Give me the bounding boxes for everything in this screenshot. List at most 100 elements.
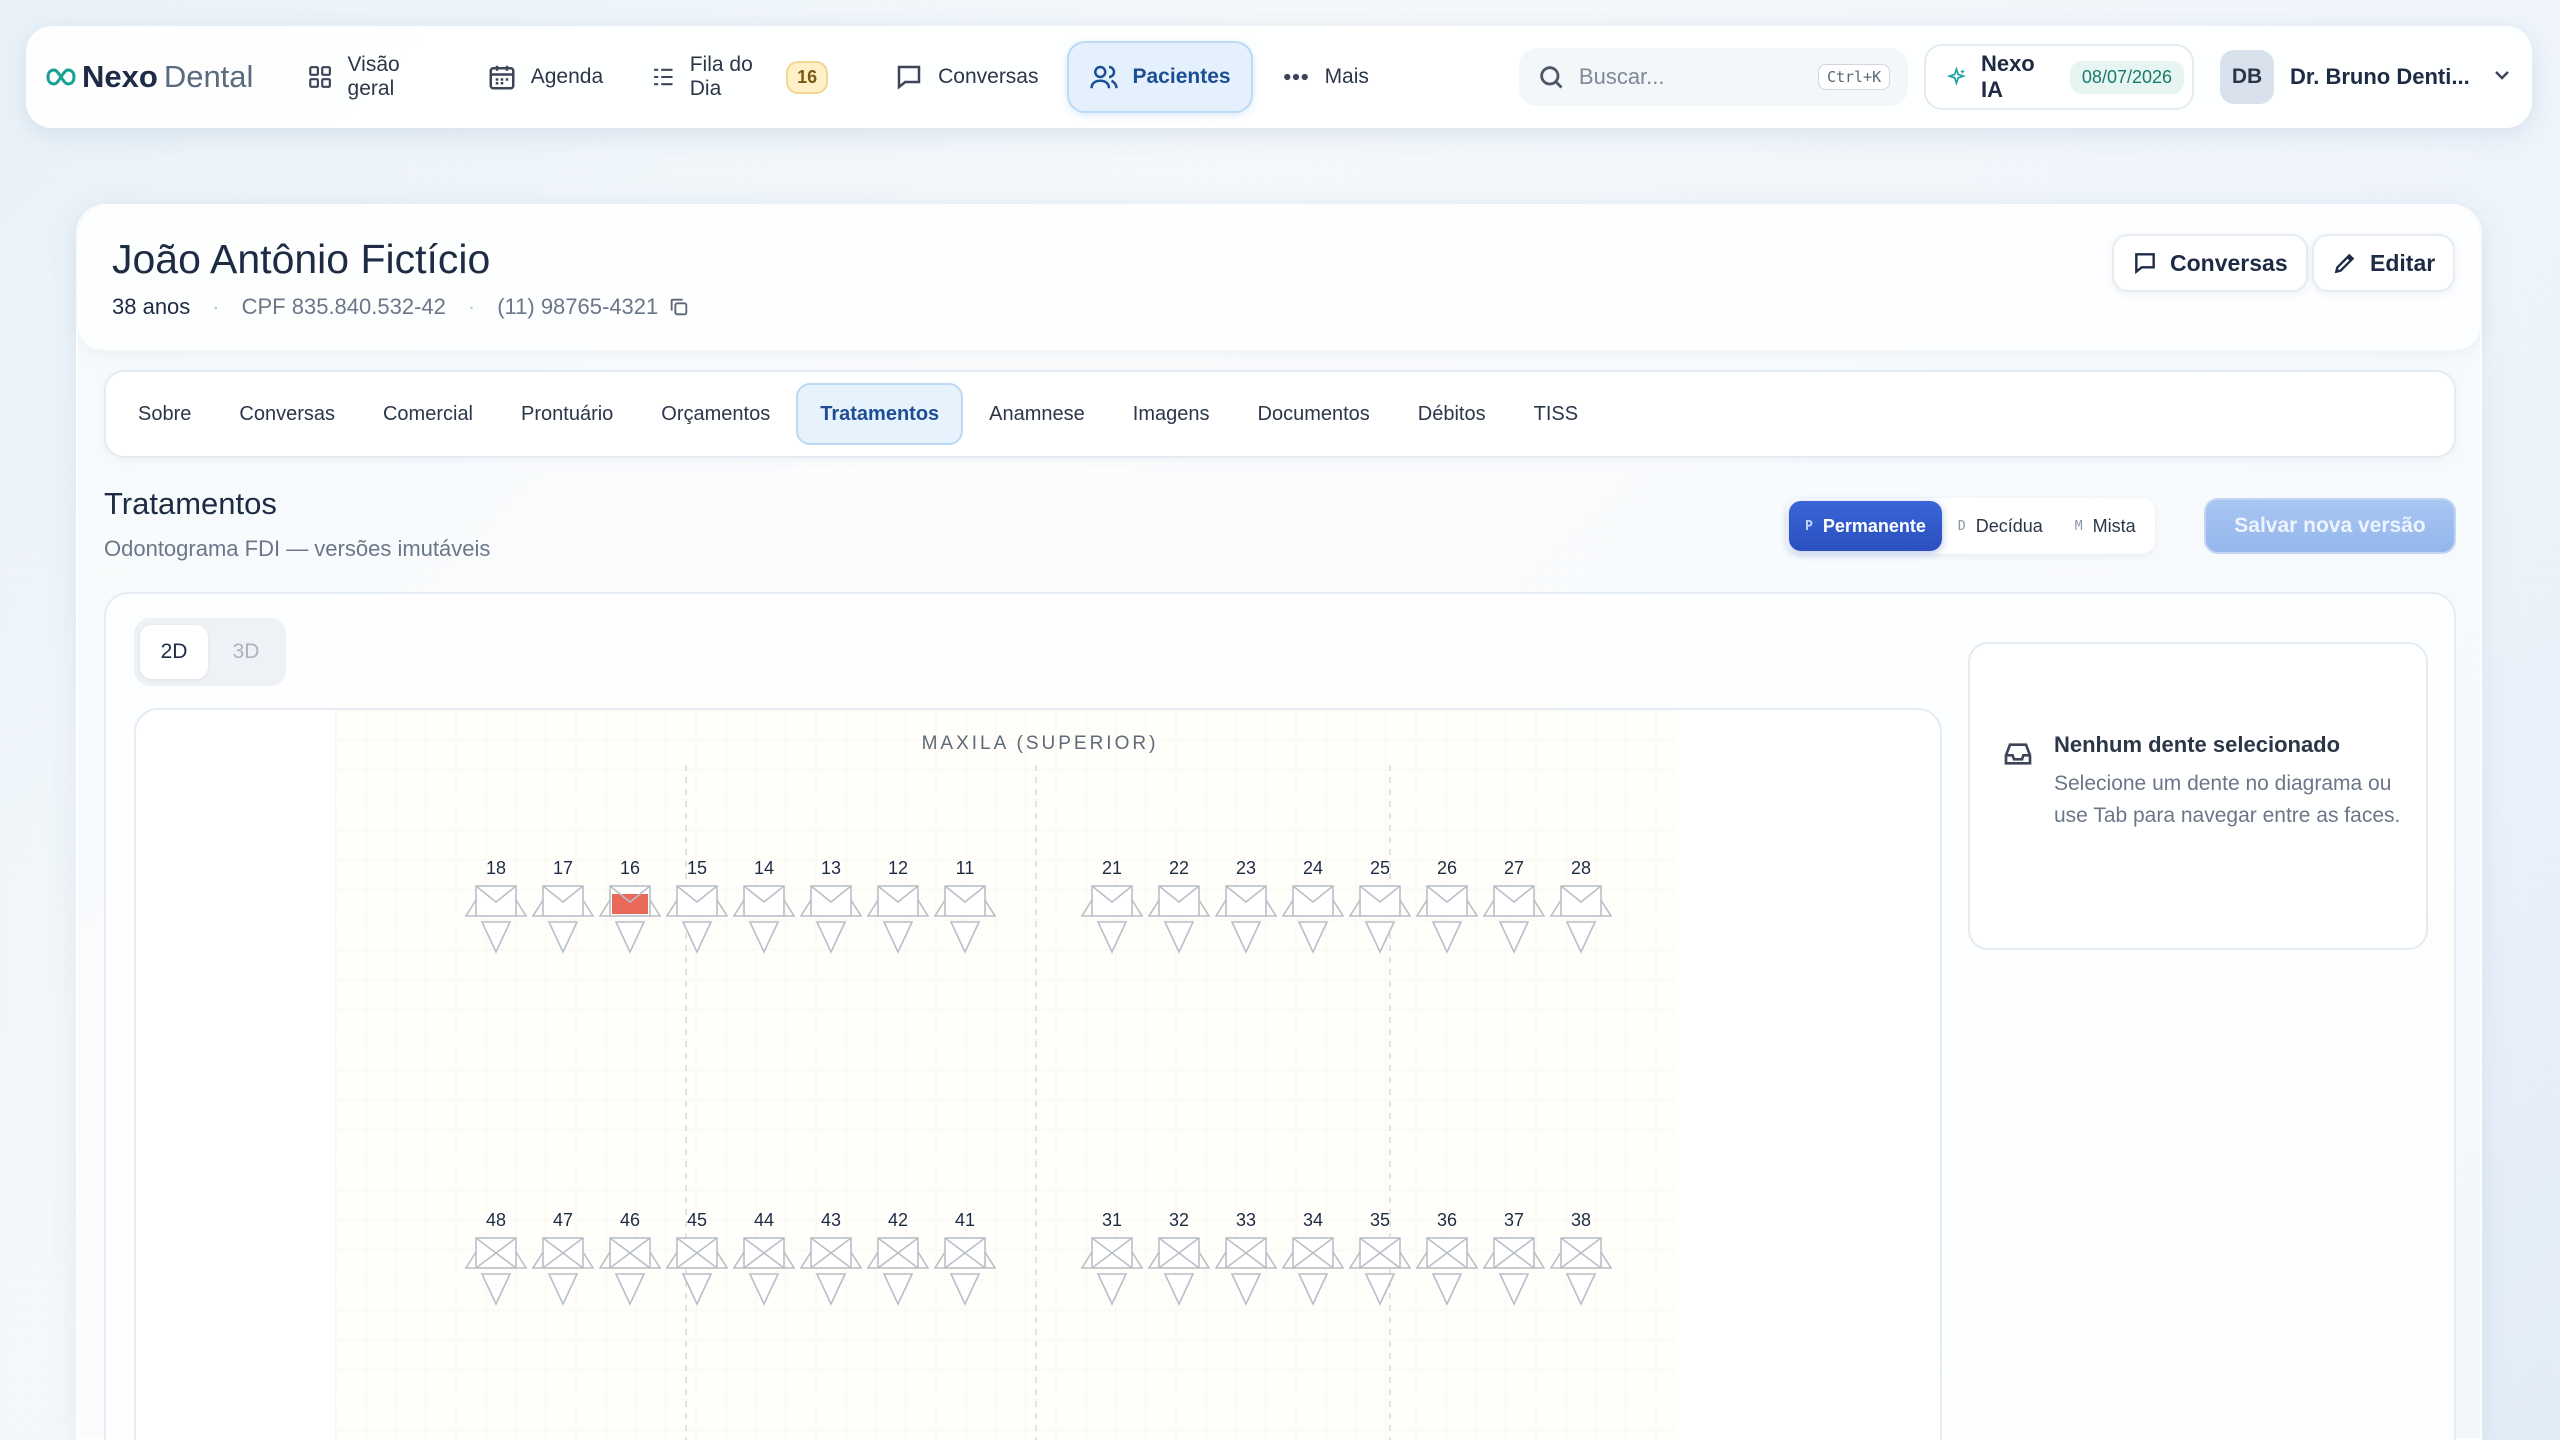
tab-conversas[interactable]: Conversas xyxy=(217,383,357,445)
tooth-number: 22 xyxy=(1169,858,1189,878)
copy-icon[interactable] xyxy=(668,296,690,318)
conversas-button-label: Conversas xyxy=(2170,249,2288,276)
brand-logo[interactable]: Nexo Dental xyxy=(46,59,253,95)
view-mode-toggle: 2D 3D xyxy=(134,618,286,686)
tooth-number: 36 xyxy=(1437,1210,1457,1230)
dentition-mista[interactable]: M Mista xyxy=(2059,501,2152,551)
chevron-down-icon xyxy=(2490,63,2514,92)
treatment-mark[interactable] xyxy=(612,894,648,914)
selection-title: Nenhum dente selecionado xyxy=(2054,732,2341,757)
tooth-number: 28 xyxy=(1571,858,1591,878)
dentition-key: D xyxy=(1957,518,1966,534)
grid-icon xyxy=(309,66,332,88)
diagram-paper xyxy=(336,710,1676,1440)
user-menu[interactable]: DB Dr. Bruno Denti... xyxy=(2220,50,2514,104)
nav-conversas[interactable]: Conversas xyxy=(874,41,1058,113)
tooth-number: 15 xyxy=(687,858,707,878)
search-icon xyxy=(1540,66,1563,89)
tab-comercial[interactable]: Comercial xyxy=(361,383,495,445)
edit-button[interactable]: Editar xyxy=(2312,234,2456,292)
tooth-number: 32 xyxy=(1169,1210,1189,1230)
tooth-number: 25 xyxy=(1370,858,1390,878)
nav-visao-geral[interactable]: Visão geral xyxy=(287,41,458,113)
nav-mais[interactable]: Mais xyxy=(1261,41,1389,113)
tooth-number: 18 xyxy=(486,858,506,878)
section-subtitle: Odontograma FDI — versões imutáveis xyxy=(104,536,491,561)
dentition-permanente[interactable]: P Permanente xyxy=(1789,501,1942,551)
dentition-key: M xyxy=(2074,518,2083,534)
save-version-button[interactable]: Salvar nova versão xyxy=(2204,498,2456,554)
nav-label: Pacientes xyxy=(1132,65,1231,88)
tooth-number: 43 xyxy=(821,1210,841,1230)
tab-debitos[interactable]: Débitos xyxy=(1396,383,1508,445)
user-name: Dr. Bruno Denti... xyxy=(2290,64,2470,89)
dentition-decidua[interactable]: D Decídua xyxy=(1942,501,2059,551)
tab-prontuario[interactable]: Prontuário xyxy=(499,383,635,445)
separator-dot: · xyxy=(467,294,476,319)
queue-count-badge: 16 xyxy=(786,60,829,94)
inbox-icon xyxy=(2004,743,2032,765)
patient-cpf: CPF 835.840.532-42 xyxy=(241,294,446,319)
nav-pacientes[interactable]: Pacientes xyxy=(1066,41,1253,113)
patient-tabs: Sobre Conversas Comercial Prontuário Orç… xyxy=(104,370,2456,458)
tooth-number: 45 xyxy=(687,1210,707,1230)
tooth-number: 12 xyxy=(888,858,908,878)
tooth-number: 37 xyxy=(1504,1210,1524,1230)
tab-imagens[interactable]: Imagens xyxy=(1111,383,1232,445)
calendar-icon xyxy=(489,65,515,90)
tooth-number: 31 xyxy=(1102,1210,1122,1230)
nexo-ia-label: Nexo IA xyxy=(1980,51,2035,102)
tooth-number: 23 xyxy=(1236,858,1256,878)
separator-dot: · xyxy=(212,294,220,319)
arch-label-maxila: MAXILA (SUPERIOR) xyxy=(922,733,1159,754)
brand-name-secondary: Dental xyxy=(163,59,254,94)
tab-orcamentos[interactable]: Orçamentos xyxy=(639,383,792,445)
search-input[interactable]: Buscar... xyxy=(1579,64,1804,90)
current-date-badge: 08/07/2026 xyxy=(2069,60,2185,94)
patient-header: João Antônio Fictício 38 anos · CPF 835.… xyxy=(78,206,2480,350)
patient-name: João Antônio Fictício xyxy=(112,236,491,282)
edit-button-label: Editar xyxy=(2370,249,2436,276)
tooth-number: 17 xyxy=(553,858,573,878)
nav-fila-do-dia[interactable]: Fila do Dia 16 xyxy=(631,41,848,113)
chat-icon xyxy=(2135,253,2155,275)
tooth-number: 38 xyxy=(1571,1210,1591,1230)
tooth-number: 27 xyxy=(1504,858,1524,878)
tooth-details-panel: Nenhum dente selecionado Selecione um de… xyxy=(1968,642,2428,950)
patient-page: João Antônio Fictício 38 anos · CPF 835.… xyxy=(76,204,2482,1440)
chat-icon xyxy=(897,65,921,90)
nav-label: Agenda xyxy=(530,65,604,88)
dentition-label: Permanente xyxy=(1822,515,1926,536)
nav-agenda[interactable]: Agenda xyxy=(467,41,623,113)
view-2d-button[interactable]: 2D xyxy=(140,625,208,679)
tab-tratamentos[interactable]: Tratamentos xyxy=(796,383,964,445)
tab-tiss[interactable]: TISS xyxy=(1512,383,1600,445)
dentition-key: P xyxy=(1805,518,1813,534)
tooth-number: 41 xyxy=(955,1210,975,1230)
tooth-number: 47 xyxy=(553,1210,573,1230)
infinity-logo-icon xyxy=(46,68,76,86)
tab-anamnese[interactable]: Anamnese xyxy=(967,383,1107,445)
conversas-button[interactable]: Conversas xyxy=(2112,234,2308,292)
tab-sobre[interactable]: Sobre xyxy=(116,383,213,445)
dentition-selector: P Permanente D Decídua M Mista xyxy=(1786,498,2155,554)
list-icon xyxy=(654,68,673,86)
global-search[interactable]: Buscar... Ctrl+K xyxy=(1518,48,1909,106)
pencil-icon xyxy=(2334,253,2355,274)
nexo-ia-button[interactable]: Nexo IA 08/07/2026 xyxy=(1924,44,2195,110)
sparkles-icon xyxy=(1946,66,1967,86)
tooth-number: 16 xyxy=(620,858,640,878)
dentition-label: Mista xyxy=(2092,515,2136,536)
tooth-number: 21 xyxy=(1102,858,1122,878)
selection-description: Selecione um dente no diagrama ou use Ta… xyxy=(2054,772,2401,827)
view-3d-button[interactable]: 3D xyxy=(212,625,280,679)
nav-label: Visão geral xyxy=(347,53,400,100)
tooth-number: 24 xyxy=(1303,858,1323,878)
patient-phone: (11) 98765-4321 xyxy=(497,294,659,319)
dentition-label: Decídua xyxy=(1975,515,2043,536)
tooth-number: 35 xyxy=(1370,1210,1390,1230)
tab-documentos[interactable]: Documentos xyxy=(1236,383,1392,445)
tooth-number: 46 xyxy=(620,1210,640,1230)
section-title: Tratamentos xyxy=(104,486,277,521)
tooth-number: 48 xyxy=(486,1210,506,1230)
